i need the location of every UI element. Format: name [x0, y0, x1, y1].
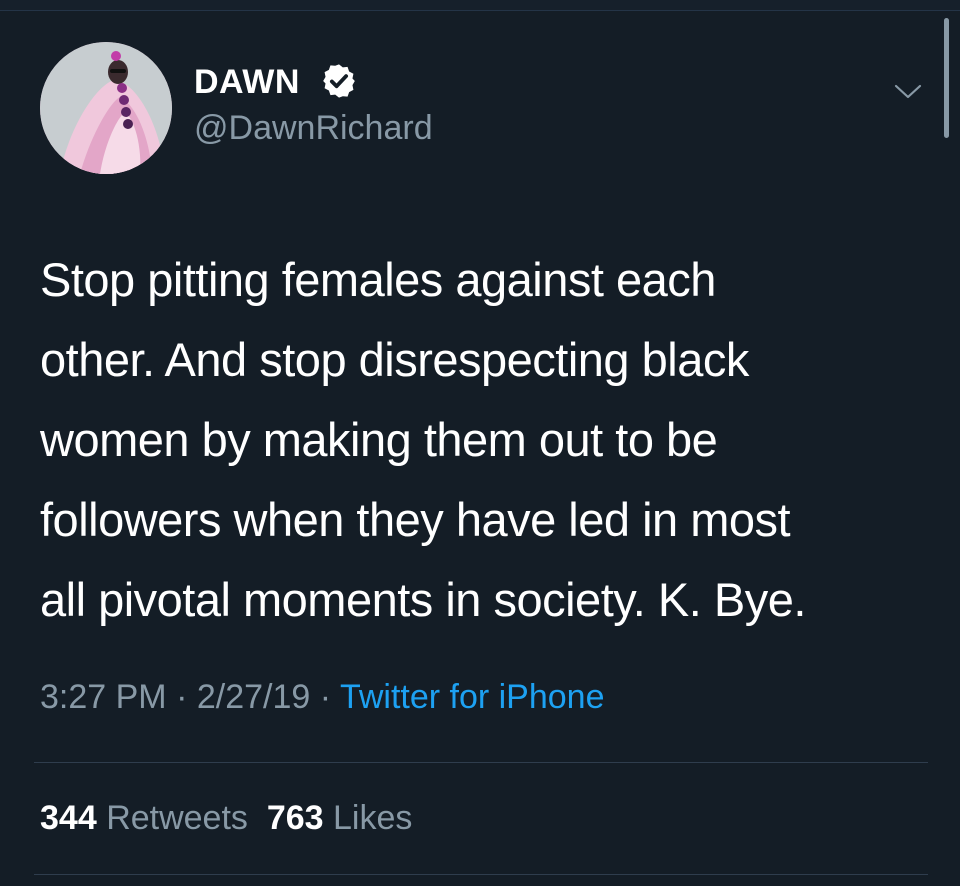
meta-separator: · [176, 678, 188, 716]
divider [34, 874, 928, 875]
tweet-stats: 344 Retweets 763 Likes [40, 796, 412, 840]
divider [34, 762, 928, 763]
retweets-stat[interactable]: 344 Retweets [40, 799, 248, 837]
verified-badge-icon [323, 64, 355, 98]
retweets-count: 344 [40, 799, 97, 837]
chevron-down-icon [894, 84, 922, 99]
author-display-name[interactable]: DAWN [194, 62, 300, 102]
meta-separator: · [319, 678, 332, 716]
avatar-image [40, 42, 172, 174]
tweet-options-button[interactable] [888, 72, 928, 112]
likes-label: Likes [333, 799, 413, 837]
retweets-label: Retweets [106, 799, 248, 837]
author-handle[interactable]: @DawnRichard [194, 108, 433, 148]
likes-stat[interactable]: 763 Likes [267, 799, 413, 837]
tweet-meta: 3:27 PM · 2/27/19 · Twitter for iPhone [40, 675, 605, 719]
likes-count: 763 [266, 799, 324, 837]
scrollbar[interactable] [944, 18, 949, 138]
tweet-source-link[interactable]: Twitter for iPhone [340, 678, 605, 716]
tweet-text: Stop pitting females against each other.… [40, 253, 806, 626]
top-border [0, 0, 960, 11]
avatar[interactable] [40, 42, 172, 174]
tweet-date: 2/27/19 [196, 678, 311, 716]
tweet-time: 3:27 PM [40, 678, 167, 716]
